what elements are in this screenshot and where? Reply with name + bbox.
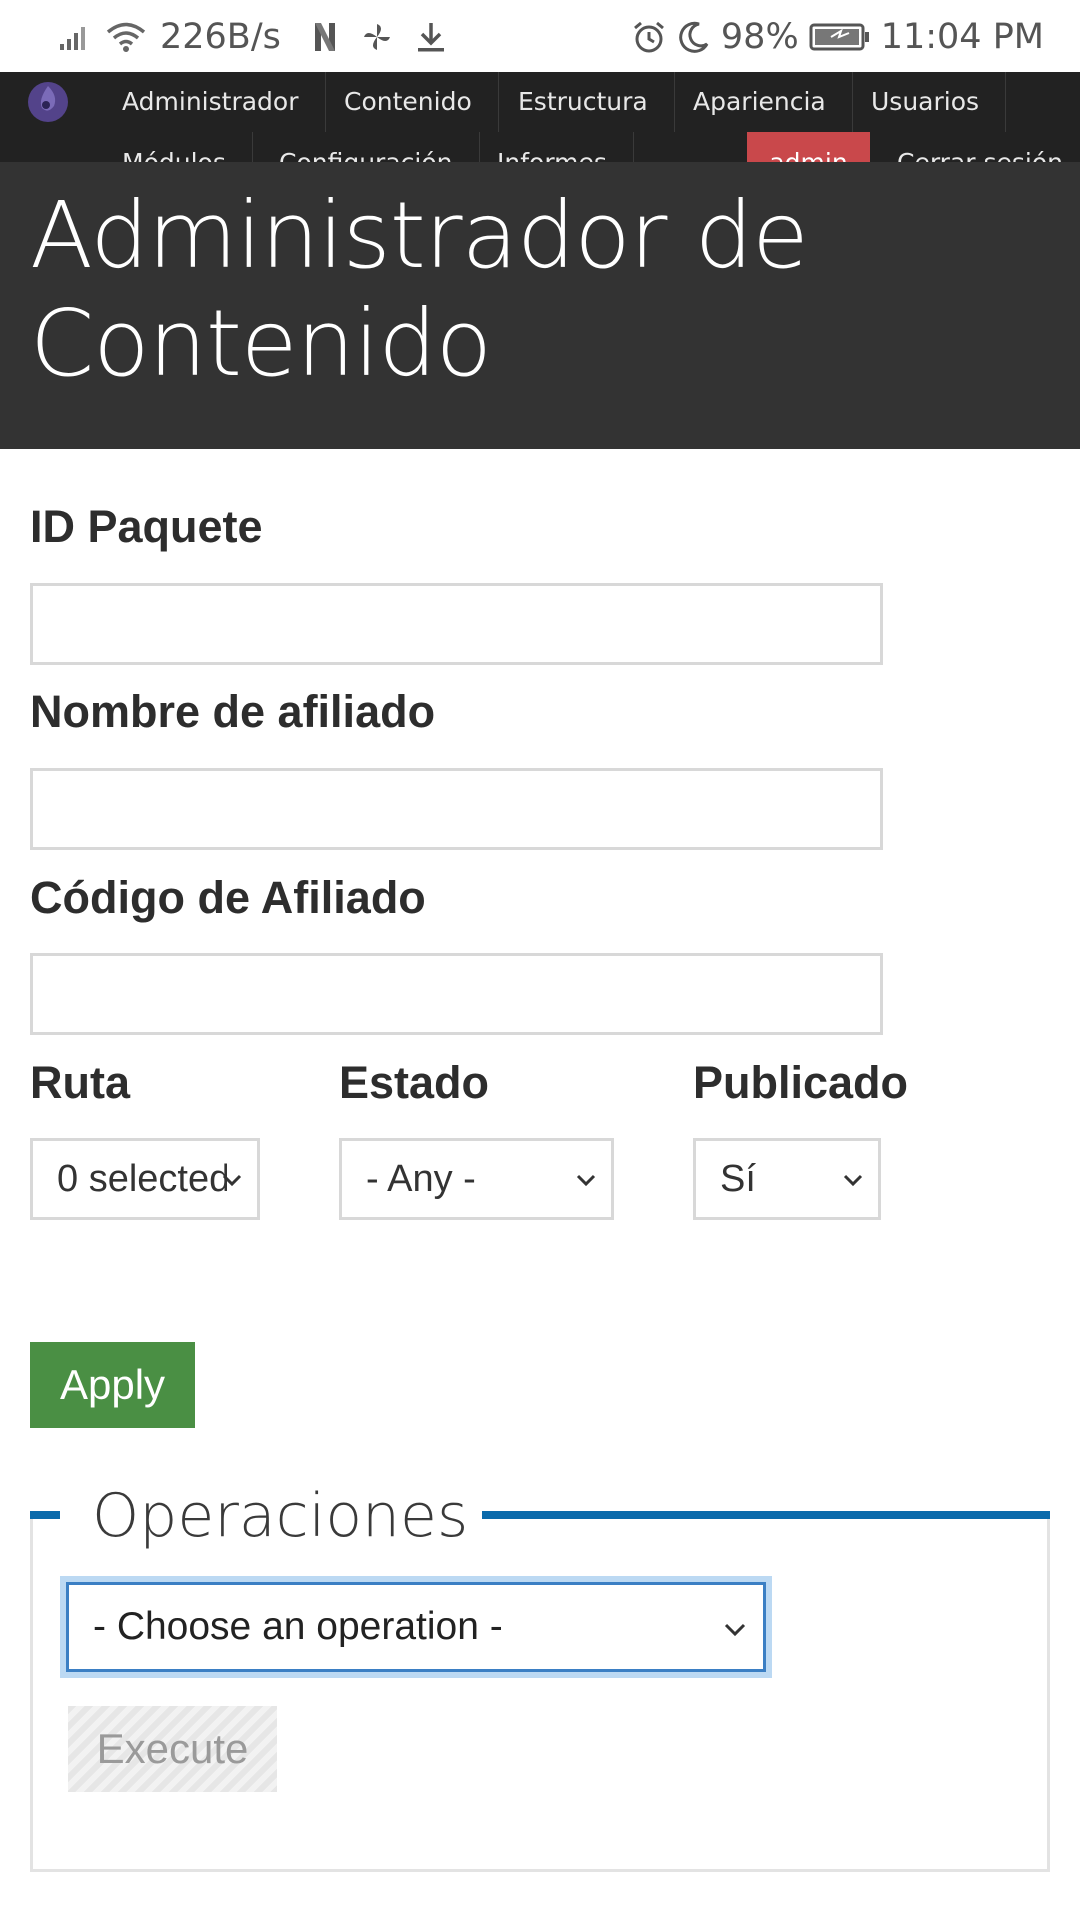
n-icon (313, 21, 337, 53)
alarm-icon (631, 19, 667, 55)
page-title: Administrador de Contenido (30, 182, 809, 397)
publicado-select-value: Sí (720, 1157, 756, 1200)
ruta-label: Ruta (30, 1057, 130, 1108)
ruta-select-value: 0 selected (57, 1157, 227, 1200)
signal-icon (58, 22, 92, 52)
page-header: Administrador de Contenido (0, 162, 1080, 449)
fieldset-accent-right (438, 1511, 1050, 1519)
battery-icon (809, 22, 871, 52)
nombre-afiliado-label: Nombre de afiliado (30, 686, 436, 737)
chevron-down-icon (843, 1174, 863, 1187)
id-paquete-input[interactable] (30, 583, 883, 665)
operation-select-value: - Choose an operation - (93, 1605, 503, 1648)
codigo-afiliado-label: Código de Afiliado (30, 872, 426, 923)
drupal-logo-icon[interactable] (26, 80, 70, 124)
publicado-select[interactable]: Sí (693, 1138, 881, 1220)
estado-select-value: - Any - (366, 1157, 476, 1200)
status-right: 98% 11:04 PM (631, 16, 1044, 58)
admin-toolbar: Administrador Contenido Estructura Apari… (0, 72, 1080, 194)
chevron-down-icon (576, 1174, 596, 1187)
tb-estructura[interactable]: Estructura (492, 72, 675, 132)
status-bar: 226B/s 98% 11:04 PM (0, 0, 1080, 72)
fieldset-accent-left (30, 1511, 60, 1519)
pinwheel-icon (361, 21, 393, 53)
tb-apariencia[interactable]: Apariencia (667, 72, 853, 132)
moon-icon (677, 20, 711, 54)
codigo-afiliado-input[interactable] (30, 953, 883, 1035)
download-icon (415, 20, 447, 54)
status-left: 226B/s (58, 16, 447, 58)
apply-button[interactable]: Apply (30, 1342, 195, 1428)
battery-percent: 98% (720, 17, 799, 57)
clock: 11:04 PM (880, 17, 1044, 57)
network-speed: 226B/s (160, 17, 281, 57)
operations-legend: Operaciones (78, 1480, 483, 1552)
ruta-select[interactable]: 0 selected (30, 1138, 260, 1220)
tb-usuarios[interactable]: Usuarios (845, 72, 1007, 132)
execute-button[interactable]: Execute (68, 1706, 277, 1792)
estado-label: Estado (339, 1057, 490, 1108)
operations-fieldset (30, 1514, 1050, 1872)
publicado-label: Publicado (693, 1057, 909, 1108)
operation-select[interactable]: - Choose an operation - (66, 1582, 766, 1672)
tb-administrador[interactable]: Administrador (96, 72, 326, 132)
tb-contenido[interactable]: Contenido (318, 72, 499, 132)
chevron-down-icon (724, 1623, 746, 1637)
nombre-afiliado-input[interactable] (30, 768, 883, 850)
chevron-down-icon (222, 1174, 242, 1187)
wifi-icon (106, 21, 146, 53)
estado-select[interactable]: - Any - (339, 1138, 614, 1220)
id-paquete-label: ID Paquete (30, 501, 263, 552)
